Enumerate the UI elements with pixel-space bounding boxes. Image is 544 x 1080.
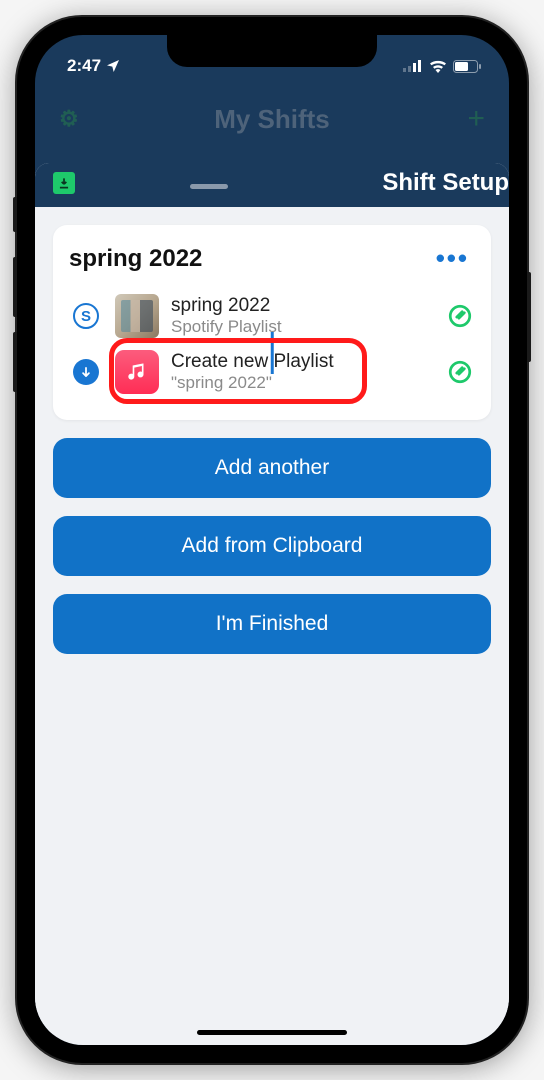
background-title: My Shifts [214,104,330,135]
screen: 2:47 ⚙ My Shifts + Shift Setup [35,35,509,1045]
edit-target-button[interactable] [445,359,475,385]
cell-signal-icon [403,60,423,72]
card-title: spring 2022 [69,245,202,273]
apple-music-icon [115,350,159,394]
phone-frame: 2:47 ⚙ My Shifts + Shift Setup [17,17,527,1063]
modal-sheet: Shift Setup spring 2022 ••• S [35,163,509,1045]
status-time: 2:47 [67,56,101,76]
wifi-icon [429,60,447,73]
battery-icon [453,60,481,73]
target-subtitle: "spring 2022" [171,373,433,393]
shift-card: spring 2022 ••• S spring 2022 [53,225,491,420]
edit-source-button[interactable] [445,303,475,329]
target-row[interactable]: Create new Playlist "spring 2022" [69,344,475,400]
source-name: spring 2022 [171,295,433,317]
source-row[interactable]: S spring 2022 Spotify Playlist [69,288,475,344]
sheet-body: spring 2022 ••• S spring 2022 [35,207,509,1033]
location-icon [105,58,121,74]
playlist-art-icon [115,294,159,338]
sheet-title: Shift Setup [382,169,509,197]
source-badge-icon: S [73,303,99,329]
plus-icon: + [467,102,485,136]
more-button[interactable]: ••• [430,243,475,274]
add-another-button[interactable]: Add another [53,438,491,498]
im-finished-button[interactable]: I'm Finished [53,594,491,654]
background-header: ⚙ My Shifts + [35,91,509,147]
sheet-handle[interactable] [190,184,228,189]
notch [167,35,377,67]
download-icon[interactable] [53,172,75,194]
target-name: Create new Playlist [171,351,433,373]
home-indicator[interactable] [197,1030,347,1035]
gear-icon: ⚙ [59,106,79,132]
sheet-header: Shift Setup [35,163,509,207]
target-arrow-icon [73,359,99,385]
source-subtitle: Spotify Playlist [171,317,433,337]
add-from-clipboard-button[interactable]: Add from Clipboard [53,516,491,576]
